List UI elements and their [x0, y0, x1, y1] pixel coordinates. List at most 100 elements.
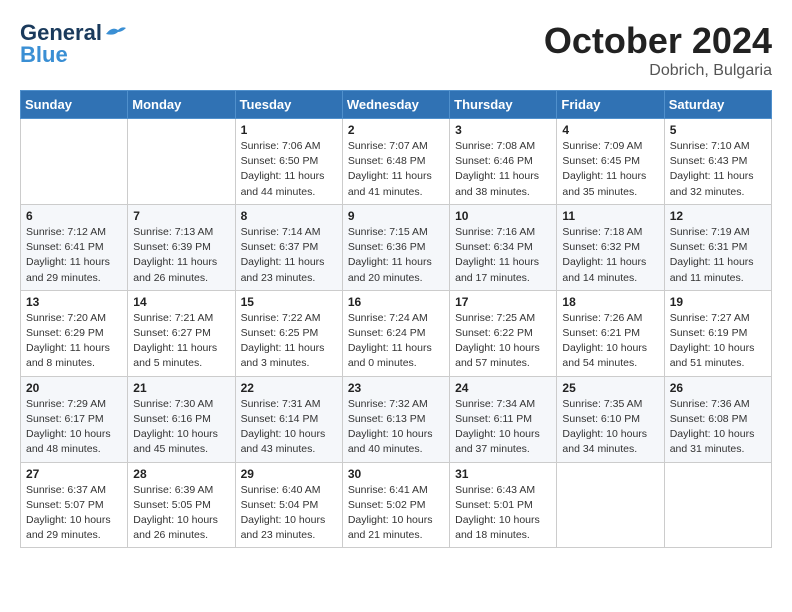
calendar-cell — [21, 119, 128, 205]
weekday-header-wednesday: Wednesday — [342, 91, 449, 119]
day-number: 9 — [348, 209, 444, 223]
page-header: General Blue October 2024 Dobrich, Bulga… — [20, 20, 772, 80]
calendar-cell: 25 Sunrise: 7:35 AM Sunset: 6:10 PM Dayli… — [557, 376, 664, 462]
day-info: Sunrise: 7:10 AM Sunset: 6:43 PM Dayligh… — [670, 139, 766, 200]
weekday-header-sunday: Sunday — [21, 91, 128, 119]
calendar-cell: 13Sunrise: 7:20 AM Sunset: 6:29 PM Dayli… — [21, 290, 128, 376]
day-info: Sunrise: 6:43 AM Sunset: 5:01 PM Dayligh… — [455, 483, 551, 544]
day-info: Sunrise: 7:08 AM Sunset: 6:46 PM Dayligh… — [455, 139, 551, 200]
day-number: 21 — [133, 381, 229, 395]
day-info: Sunrise: 7:30 AM Sunset: 6:16 PM Dayligh… — [133, 397, 229, 458]
calendar-cell: 18 Sunrise: 7:26 AM Sunset: 6:21 PM Dayli… — [557, 290, 664, 376]
calendar-cell: 31 Sunrise: 6:43 AM Sunset: 5:01 PM Dayli… — [450, 462, 557, 548]
calendar-cell: 16 Sunrise: 7:24 AM Sunset: 6:24 PM Dayli… — [342, 290, 449, 376]
calendar-cell: 23 Sunrise: 7:32 AM Sunset: 6:13 PM Dayli… — [342, 376, 449, 462]
calendar-cell: 5 Sunrise: 7:10 AM Sunset: 6:43 PM Daylig… — [664, 119, 771, 205]
day-info: Sunrise: 7:27 AM Sunset: 6:19 PM Dayligh… — [670, 311, 766, 372]
day-info: Sunrise: 7:20 AM Sunset: 6:29 PM Dayligh… — [26, 311, 122, 372]
day-info: Sunrise: 7:22 AM Sunset: 6:25 PM Dayligh… — [241, 311, 337, 372]
day-info: Sunrise: 7:29 AM Sunset: 6:17 PM Dayligh… — [26, 397, 122, 458]
day-number: 6 — [26, 209, 122, 223]
day-info: Sunrise: 7:06 AM Sunset: 6:50 PM Dayligh… — [241, 139, 337, 200]
calendar-week-row: 13Sunrise: 7:20 AM Sunset: 6:29 PM Dayli… — [21, 290, 772, 376]
day-number: 3 — [455, 123, 551, 137]
day-info: Sunrise: 7:34 AM Sunset: 6:11 PM Dayligh… — [455, 397, 551, 458]
calendar-cell: 9 Sunrise: 7:15 AM Sunset: 6:36 PM Daylig… — [342, 204, 449, 290]
calendar-cell: 20 Sunrise: 7:29 AM Sunset: 6:17 PM Dayli… — [21, 376, 128, 462]
logo-text-blue: Blue — [20, 42, 68, 68]
calendar-cell: 14 Sunrise: 7:21 AM Sunset: 6:27 PM Dayli… — [128, 290, 235, 376]
calendar-week-row: 27 Sunrise: 6:37 AM Sunset: 5:07 PM Dayli… — [21, 462, 772, 548]
calendar-cell: 17Sunrise: 7:25 AM Sunset: 6:22 PM Dayli… — [450, 290, 557, 376]
logo: General Blue — [20, 20, 126, 68]
calendar-cell — [128, 119, 235, 205]
calendar-cell: 8 Sunrise: 7:14 AM Sunset: 6:37 PM Daylig… — [235, 204, 342, 290]
calendar-cell: 28Sunrise: 6:39 AM Sunset: 5:05 PM Dayli… — [128, 462, 235, 548]
calendar-cell: 30Sunrise: 6:41 AM Sunset: 5:02 PM Dayli… — [342, 462, 449, 548]
calendar-cell: 3 Sunrise: 7:08 AM Sunset: 6:46 PM Daylig… — [450, 119, 557, 205]
day-number: 2 — [348, 123, 444, 137]
day-info: Sunrise: 7:16 AM Sunset: 6:34 PM Dayligh… — [455, 225, 551, 286]
day-number: 24 — [455, 381, 551, 395]
month-year-title: October 2024 — [544, 20, 772, 62]
day-number: 17 — [455, 295, 551, 309]
day-number: 8 — [241, 209, 337, 223]
day-info: Sunrise: 7:09 AM Sunset: 6:45 PM Dayligh… — [562, 139, 658, 200]
day-number: 27 — [26, 467, 122, 481]
calendar-cell: 21 Sunrise: 7:30 AM Sunset: 6:16 PM Dayli… — [128, 376, 235, 462]
calendar-cell: 2 Sunrise: 7:07 AM Sunset: 6:48 PM Daylig… — [342, 119, 449, 205]
day-info: Sunrise: 7:13 AM Sunset: 6:39 PM Dayligh… — [133, 225, 229, 286]
weekday-header-saturday: Saturday — [664, 91, 771, 119]
day-number: 22 — [241, 381, 337, 395]
calendar-cell: 11Sunrise: 7:18 AM Sunset: 6:32 PM Dayli… — [557, 204, 664, 290]
calendar-week-row: 20 Sunrise: 7:29 AM Sunset: 6:17 PM Dayli… — [21, 376, 772, 462]
day-info: Sunrise: 7:12 AM Sunset: 6:41 PM Dayligh… — [26, 225, 122, 286]
day-info: Sunrise: 7:26 AM Sunset: 6:21 PM Dayligh… — [562, 311, 658, 372]
location-subtitle: Dobrich, Bulgaria — [544, 62, 772, 80]
day-info: Sunrise: 6:40 AM Sunset: 5:04 PM Dayligh… — [241, 483, 337, 544]
day-info: Sunrise: 6:41 AM Sunset: 5:02 PM Dayligh… — [348, 483, 444, 544]
calendar-cell: 19 Sunrise: 7:27 AM Sunset: 6:19 PM Dayli… — [664, 290, 771, 376]
calendar-cell: 15 Sunrise: 7:22 AM Sunset: 6:25 PM Dayli… — [235, 290, 342, 376]
logo-bird-icon — [104, 24, 126, 42]
day-info: Sunrise: 7:18 AM Sunset: 6:32 PM Dayligh… — [562, 225, 658, 286]
day-info: Sunrise: 7:36 AM Sunset: 6:08 PM Dayligh… — [670, 397, 766, 458]
weekday-header-friday: Friday — [557, 91, 664, 119]
calendar-cell: 29Sunrise: 6:40 AM Sunset: 5:04 PM Dayli… — [235, 462, 342, 548]
weekday-header-thursday: Thursday — [450, 91, 557, 119]
day-number: 14 — [133, 295, 229, 309]
day-number: 4 — [562, 123, 658, 137]
day-number: 18 — [562, 295, 658, 309]
calendar-cell: 12Sunrise: 7:19 AM Sunset: 6:31 PM Dayli… — [664, 204, 771, 290]
calendar-cell: 22 Sunrise: 7:31 AM Sunset: 6:14 PM Dayli… — [235, 376, 342, 462]
calendar-cell: 7 Sunrise: 7:13 AM Sunset: 6:39 PM Daylig… — [128, 204, 235, 290]
day-number: 20 — [26, 381, 122, 395]
day-info: Sunrise: 7:21 AM Sunset: 6:27 PM Dayligh… — [133, 311, 229, 372]
day-info: Sunrise: 7:31 AM Sunset: 6:14 PM Dayligh… — [241, 397, 337, 458]
day-number: 15 — [241, 295, 337, 309]
calendar-cell: 26Sunrise: 7:36 AM Sunset: 6:08 PM Dayli… — [664, 376, 771, 462]
day-number: 19 — [670, 295, 766, 309]
weekday-header-tuesday: Tuesday — [235, 91, 342, 119]
calendar-cell — [664, 462, 771, 548]
day-info: Sunrise: 7:24 AM Sunset: 6:24 PM Dayligh… — [348, 311, 444, 372]
calendar-cell: 10Sunrise: 7:16 AM Sunset: 6:34 PM Dayli… — [450, 204, 557, 290]
day-number: 25 — [562, 381, 658, 395]
day-info: Sunrise: 7:35 AM Sunset: 6:10 PM Dayligh… — [562, 397, 658, 458]
day-number: 31 — [455, 467, 551, 481]
day-info: Sunrise: 7:14 AM Sunset: 6:37 PM Dayligh… — [241, 225, 337, 286]
day-number: 7 — [133, 209, 229, 223]
title-block: October 2024 Dobrich, Bulgaria — [544, 20, 772, 80]
day-info: Sunrise: 7:32 AM Sunset: 6:13 PM Dayligh… — [348, 397, 444, 458]
day-number: 16 — [348, 295, 444, 309]
day-info: Sunrise: 7:15 AM Sunset: 6:36 PM Dayligh… — [348, 225, 444, 286]
calendar-table: SundayMondayTuesdayWednesdayThursdayFrid… — [20, 90, 772, 548]
weekday-header-row: SundayMondayTuesdayWednesdayThursdayFrid… — [21, 91, 772, 119]
day-info: Sunrise: 6:37 AM Sunset: 5:07 PM Dayligh… — [26, 483, 122, 544]
day-info: Sunrise: 7:07 AM Sunset: 6:48 PM Dayligh… — [348, 139, 444, 200]
calendar-cell: 4 Sunrise: 7:09 AM Sunset: 6:45 PM Daylig… — [557, 119, 664, 205]
calendar-cell: 24 Sunrise: 7:34 AM Sunset: 6:11 PM Dayli… — [450, 376, 557, 462]
calendar-week-row: 6 Sunrise: 7:12 AM Sunset: 6:41 PM Daylig… — [21, 204, 772, 290]
day-number: 5 — [670, 123, 766, 137]
day-number: 23 — [348, 381, 444, 395]
